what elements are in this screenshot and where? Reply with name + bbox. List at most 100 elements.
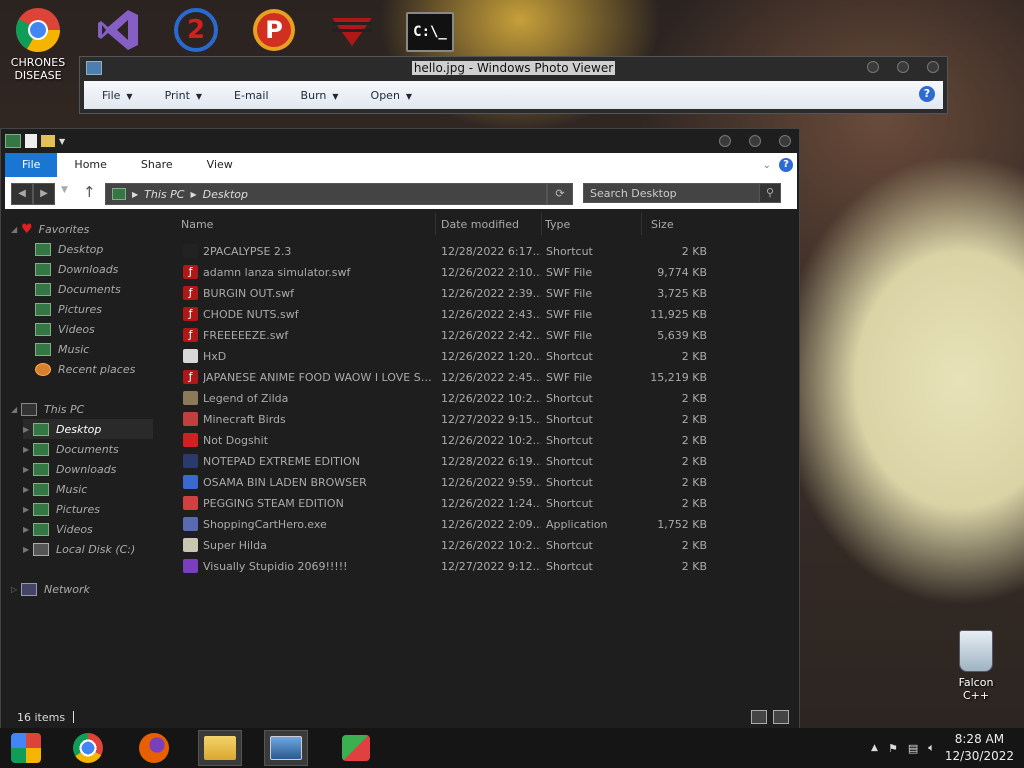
nav-favorite-downloads[interactable]: Downloads [35, 259, 118, 279]
menu-open[interactable]: Open ▼ [371, 89, 413, 102]
taskbar-file-explorer[interactable] [198, 730, 242, 766]
file-row[interactable]: ƒ CHODE NUTS.swf 12/26/2022 2:43... SWF Fil… [177, 304, 717, 325]
column-header-size[interactable]: Size [651, 213, 715, 235]
large-icons-view-icon[interactable] [773, 710, 789, 724]
desktop-icon-game-p[interactable]: P [244, 6, 304, 54]
file-name: JAPANESE ANIME FOOD WAOW I LOVE SU... [203, 371, 433, 384]
back-button[interactable]: ◀ [11, 183, 33, 205]
menu-email[interactable]: E-mail [234, 89, 269, 102]
desktop-icon-visual-studio[interactable] [88, 6, 148, 54]
properties-icon[interactable] [25, 134, 37, 148]
nav-favorite-documents[interactable]: Documents [35, 279, 121, 299]
breadcrumb[interactable]: ▶ This PC ▶ Desktop [105, 183, 547, 205]
up-arrow-icon[interactable]: ↑ [83, 183, 96, 201]
nav-pc-local-disk[interactable]: ▶ Local Disk (C:) [23, 539, 135, 559]
file-date: 12/26/2022 2:42... [441, 329, 541, 342]
maximize-button[interactable] [897, 61, 909, 73]
nav-pc-pictures[interactable]: ▶ Pictures [23, 499, 100, 519]
navigation-pane: ◢ ♥ Favorites Desktop Downloads Document… [5, 215, 165, 685]
file-type: Shortcut [546, 350, 593, 363]
breadcrumb-this-pc[interactable]: This PC [144, 188, 184, 201]
desktop-icon-cmd[interactable]: C:\_ [400, 6, 460, 52]
column-header-name[interactable]: Name [181, 213, 436, 235]
nav-pc-music[interactable]: ▶ Music [23, 479, 87, 499]
nav-favorite-pictures[interactable]: Pictures [35, 299, 102, 319]
chevron-down-icon: ▼ [332, 91, 339, 101]
file-row[interactable]: OSAMA BIN LADEN BROWSER 12/26/2022 9:59..… [177, 472, 717, 493]
nav-favorite-videos[interactable]: Videos [35, 319, 95, 339]
tab-home[interactable]: Home [57, 153, 123, 177]
nav-pc-documents[interactable]: ▶ Documents [23, 439, 119, 459]
game-2-icon: 2 [172, 6, 220, 54]
taskbar-people[interactable] [334, 730, 378, 766]
start-button[interactable] [4, 730, 48, 766]
minimize-button[interactable] [867, 61, 879, 73]
maximize-button[interactable] [749, 135, 761, 147]
volume-icon[interactable]: 🔈︎ [928, 741, 935, 755]
tab-view[interactable]: View [190, 153, 250, 177]
nav-favorite-music[interactable]: Music [35, 339, 89, 359]
chrome-icon [73, 733, 103, 763]
search-icon[interactable]: ⚲ [759, 184, 780, 202]
close-button[interactable] [779, 135, 791, 147]
nav-favorite-desktop[interactable]: Desktop [35, 239, 103, 259]
file-row[interactable]: NOTEPAD EXTREME EDITION 12/28/2022 6:19..… [177, 451, 717, 472]
taskbar-chrome[interactable] [66, 730, 110, 766]
file-row[interactable]: ƒ adamn lanza simulator.swf 12/26/2022 2:1… [177, 262, 717, 283]
nav-favorite-recent[interactable]: Recent places [35, 359, 135, 379]
zilda-icon [183, 391, 198, 405]
close-button[interactable] [927, 61, 939, 73]
file-row[interactable]: Legend of Zilda 12/26/2022 10:2... Shortcu… [177, 388, 717, 409]
file-type: Shortcut [546, 434, 593, 447]
chevron-down-icon[interactable]: ▼ [59, 137, 65, 146]
network-tray-icon[interactable]: ▤ [908, 742, 918, 755]
nav-favorites[interactable]: ◢ ♥ Favorites [11, 219, 89, 239]
nav-network[interactable]: ▷ Network [11, 579, 90, 599]
file-row[interactable]: 2PACALYPSE 2.3 12/28/2022 6:17... Shortcut… [177, 241, 717, 262]
file-row[interactable]: PEGGING STEAM EDITION 12/26/2022 1:24... S… [177, 493, 717, 514]
forward-button[interactable]: ▶ [33, 183, 55, 205]
menu-burn[interactable]: Burn ▼ [301, 89, 339, 102]
help-icon[interactable]: ? [919, 86, 935, 102]
file-row[interactable]: HxD 12/26/2022 1:20... Shortcut 2 KB [177, 346, 717, 367]
nav-pc-desktop[interactable]: ▶ Desktop [23, 419, 153, 439]
desktop-icon-chrome[interactable]: CHRONES DISEASE [8, 6, 68, 82]
minimize-button[interactable] [719, 135, 731, 147]
nav-pc-videos[interactable]: ▶ Videos [23, 519, 93, 539]
desktop-icon-game-2[interactable]: 2 [166, 6, 226, 54]
file-row[interactable]: Super Hilda 12/26/2022 10:2... Shortcut 2 K… [177, 535, 717, 556]
desktop-icon-recycle-bin[interactable]: Falcon C++ [944, 630, 1008, 702]
desktop-icon-game-z[interactable] [322, 6, 382, 54]
clock[interactable]: 8:28 AM 12/30/2022 [945, 731, 1014, 765]
new-folder-icon[interactable] [41, 135, 55, 147]
column-header-type[interactable]: Type [545, 213, 642, 235]
show-hidden-icons-icon[interactable]: ▲ [871, 743, 878, 753]
details-view-icon[interactable] [751, 710, 767, 724]
file-row[interactable]: Minecraft Birds 12/27/2022 9:15... Shortcu… [177, 409, 717, 430]
taskbar-firefox[interactable] [132, 730, 176, 766]
file-row[interactable]: ShoppingCartHero.exe 12/26/2022 2:09... Ap… [177, 514, 717, 535]
recent-locations-icon[interactable]: ▼ [61, 185, 68, 195]
nav-this-pc[interactable]: ◢ This PC [11, 399, 84, 419]
expand-ribbon-icon[interactable]: ⌄ [763, 160, 771, 171]
breadcrumb-desktop[interactable]: Desktop [203, 188, 248, 201]
file-row[interactable]: Visually Stupidio 2069!!!!! 12/27/2022 9:… [177, 556, 717, 577]
file-row[interactable]: ƒ JAPANESE ANIME FOOD WAOW I LOVE SU... 12… [177, 367, 717, 388]
action-center-flag-icon[interactable]: ⚑ [888, 742, 898, 755]
taskbar-photo-viewer[interactable] [264, 730, 308, 766]
file-row[interactable]: ƒ FREEEEEZE.swf 12/26/2022 2:42... SWF File… [177, 325, 717, 346]
refresh-button[interactable]: ⟳ [547, 183, 573, 205]
file-explorer-window[interactable]: ▼ File Home Share View ⌄ ? ◀ ▶ ▼ ↑ ▶ Thi… [0, 128, 800, 730]
column-header-date[interactable]: Date modified [441, 213, 542, 235]
photo-viewer-window[interactable]: hello.jpg - Windows Photo Viewer File ▼ P… [79, 56, 948, 114]
file-row[interactable]: Not Dogshit 12/26/2022 10:2... Shortcut 2 K… [177, 430, 717, 451]
tab-share[interactable]: Share [124, 153, 190, 177]
tab-file[interactable]: File [5, 153, 58, 177]
file-row[interactable]: ƒ BURGIN OUT.swf 12/26/2022 2:39... SWF Fil… [177, 283, 717, 304]
nav-pc-downloads[interactable]: ▶ Downloads [23, 459, 116, 479]
help-icon[interactable]: ? [779, 158, 793, 172]
menu-file[interactable]: File ▼ [102, 89, 133, 102]
menu-print[interactable]: Print ▼ [165, 89, 202, 102]
search-input[interactable]: Search Desktop ⚲ [583, 183, 781, 203]
photo-viewer-titlebar[interactable]: hello.jpg - Windows Photo Viewer [80, 57, 947, 79]
